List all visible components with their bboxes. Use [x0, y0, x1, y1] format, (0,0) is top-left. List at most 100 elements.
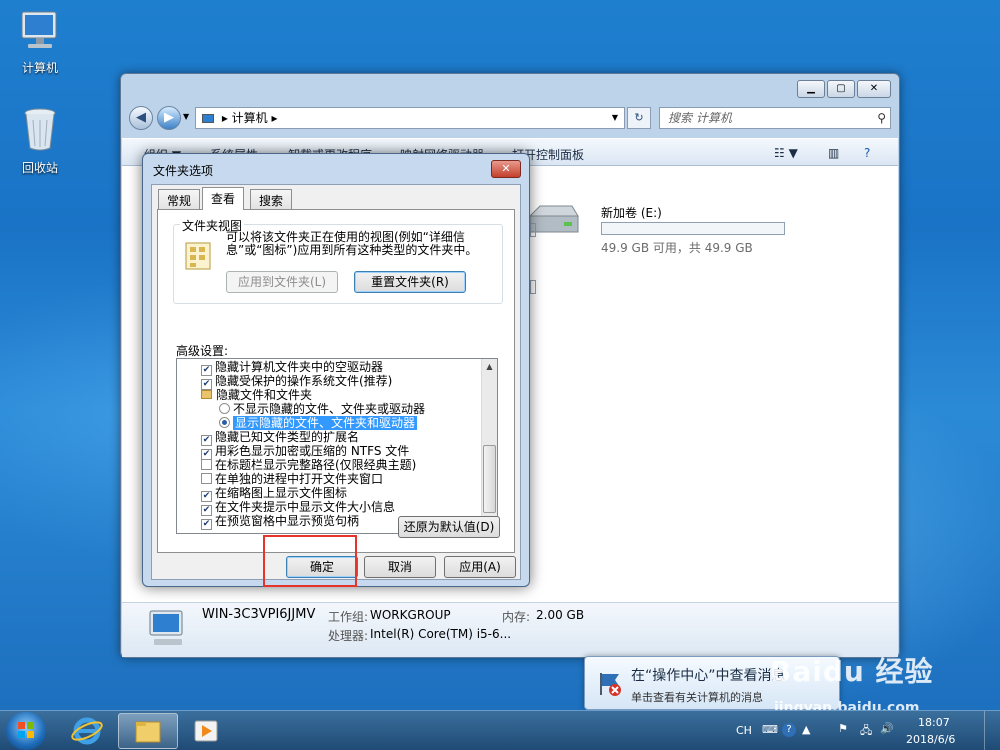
setting-label: 用彩色显示加密或压缩的 NTFS 文件: [215, 444, 410, 458]
setting-item[interactable]: ✔ 用彩色显示加密或压缩的 NTFS 文件: [201, 444, 410, 460]
setting-label: 在预览窗格中显示预览句柄: [215, 514, 360, 528]
preview-pane-icon[interactable]: ▥: [828, 146, 839, 160]
taskbar-internet-explorer[interactable]: [60, 713, 114, 749]
notification-body: 单击查看有关计算机的消息: [631, 691, 763, 704]
drive-name[interactable]: 新加卷 (E:): [601, 204, 662, 221]
restore-defaults-button[interactable]: 还原为默认值(D): [398, 516, 500, 538]
window-controls: ▁ ▢ ✕: [797, 80, 891, 98]
setting-item[interactable]: ✔ 隐藏计算机文件夹中的空驱动器: [201, 360, 384, 376]
radio-unselected[interactable]: [219, 403, 230, 414]
breadcrumb-computer[interactable]: 计算机: [232, 111, 268, 125]
setting-item-selected[interactable]: 显示隐藏的文件、文件夹和驱动器: [219, 416, 418, 430]
checkbox-unchecked[interactable]: [201, 473, 212, 484]
setting-label: 隐藏受保护的操作系统文件(推荐): [215, 374, 393, 388]
action-center-icon[interactable]: ⚑: [838, 722, 848, 735]
drive-space: 49.9 GB 可用，共 49.9 GB: [601, 241, 753, 255]
setting-item[interactable]: 不显示隐藏的文件、文件夹或驱动器: [219, 402, 425, 416]
tab-general[interactable]: 常规: [158, 189, 201, 209]
checkbox-unchecked[interactable]: [201, 459, 212, 470]
setting-label: 在单独的进程中打开文件夹窗口: [215, 472, 384, 486]
setting-label: 隐藏文件和文件夹: [216, 388, 313, 402]
folder-options-dialog: 文件夹选项 ✕ 常规 查看 搜索 文件夹视图 可以将该文件夹正在使用的视图(例如…: [142, 153, 530, 587]
volume-icon[interactable]: 🔊: [880, 722, 894, 735]
address-bar[interactable]: ▸ 计算机 ▸ ▼: [195, 107, 625, 129]
settings-scrollbar[interactable]: ▲ ▼: [481, 359, 497, 533]
clock-time[interactable]: 18:07: [918, 716, 950, 729]
search-icon: ⚲: [877, 111, 886, 125]
close-button[interactable]: ✕: [857, 80, 891, 98]
desktop-computer-label: 计算机: [21, 61, 58, 75]
setting-item[interactable]: ✔ 隐藏受保护的操作系统文件(推荐): [201, 374, 393, 390]
breadcrumb-separator: ▸: [221, 111, 232, 125]
setting-item[interactable]: ✔ 在文件夹提示中显示文件大小信息: [201, 500, 396, 516]
setting-item[interactable]: ✔ 隐藏已知文件类型的扩展名: [201, 430, 360, 446]
taskbar-explorer[interactable]: [118, 713, 178, 749]
reset-folders-button[interactable]: 重置文件夹(R): [354, 271, 466, 293]
setting-item[interactable]: ✔ 在预览窗格中显示预览句柄: [201, 514, 360, 530]
search-placeholder: 搜索 计算机: [668, 111, 732, 125]
setting-item[interactable]: ✔ 在缩略图上显示文件图标: [201, 486, 347, 502]
tab-search[interactable]: 搜索: [250, 189, 293, 209]
dialog-title: 文件夹选项: [153, 164, 214, 178]
back-button[interactable]: ◀: [129, 106, 153, 130]
folder-views-description: 可以将该文件夹正在使用的视图(例如“详细信息”或“图标”)应用到所有这种类型的文…: [226, 230, 478, 257]
folder-views-group: 文件夹视图 可以将该文件夹正在使用的视图(例如“详细信息”或“图标”)应用到所有…: [173, 217, 503, 304]
view-options-icon[interactable]: ☷ ▼: [774, 146, 798, 160]
help-icon[interactable]: ?: [864, 146, 870, 160]
cpu-label: 处理器:: [328, 629, 369, 643]
start-button[interactable]: [6, 712, 46, 750]
setting-label: 隐藏已知文件类型的扩展名: [215, 430, 360, 444]
workgroup-value: WORKGROUP: [370, 608, 451, 622]
workgroup-label: 工作组:: [328, 610, 369, 624]
minimize-button[interactable]: ▁: [797, 80, 825, 98]
clock-date[interactable]: 2018/6/6: [906, 733, 955, 746]
memory-label: 内存:: [502, 610, 531, 624]
radio-selected[interactable]: [219, 417, 230, 428]
internet-explorer-icon: [71, 717, 103, 745]
scroll-thumb[interactable]: [483, 445, 496, 513]
windows-logo-icon: [18, 722, 34, 738]
forward-button[interactable]: ▶: [157, 106, 181, 130]
network-icon[interactable]: 🖧: [860, 722, 872, 741]
maximize-button[interactable]: ▢: [827, 80, 855, 98]
drive-bar-fragment: [530, 280, 536, 294]
checkbox-checked[interactable]: ✔: [201, 519, 212, 530]
refresh-button[interactable]: ↻: [627, 107, 651, 129]
desktop-recycle-label: 回收站: [21, 161, 58, 175]
baidu-watermark: Baidu 经验 jingyan.baidu.com: [770, 650, 934, 716]
setting-label: 在标题栏显示完整路径(仅限经典主题): [215, 458, 417, 472]
drive-bar-fragment: [530, 223, 536, 237]
show-desktop-button[interactable]: [984, 711, 998, 750]
details-pane: WIN-3C3VPI6JJMV 工作组: WORKGROUP 内存: 2.00 …: [122, 602, 898, 657]
dialog-body: 常规 查看 搜索 文件夹视图 可以将该文件夹正在使用的视图(例如“详细信息”或“…: [151, 184, 521, 580]
search-input[interactable]: 搜索 计算机 ⚲: [659, 107, 891, 129]
taskbar-media-player[interactable]: [180, 713, 234, 749]
action-center-flag-icon: [595, 669, 623, 700]
system-tray: CH ⌨ ? ▲ ⚑ 🖧 🔊 18:07 2018/6/6: [730, 711, 1000, 750]
advanced-settings-label: 高级设置:: [176, 344, 229, 358]
language-indicator[interactable]: CH: [736, 724, 752, 737]
setting-item[interactable]: 在标题栏显示完整路径(仅限经典主题): [201, 458, 416, 472]
scroll-up-icon[interactable]: ▲: [482, 359, 497, 375]
breadcrumb-separator: ▸: [271, 111, 278, 125]
tray-expand-icon[interactable]: ▲: [802, 723, 810, 736]
setting-label: 隐藏计算机文件夹中的空驱动器: [215, 360, 384, 374]
address-dropdown-icon[interactable]: ▼: [612, 108, 618, 128]
apply-button[interactable]: 应用(A): [444, 556, 516, 578]
recycle-bin-icon: [2, 106, 78, 155]
dialog-close-button[interactable]: ✕: [491, 160, 521, 178]
keyboard-icon[interactable]: ⌨: [762, 723, 778, 736]
cancel-button[interactable]: 取消: [364, 556, 436, 578]
ok-highlight-annotation: [263, 535, 357, 587]
history-dropdown-icon[interactable]: ▼: [183, 112, 189, 121]
computer-small-icon: [202, 114, 214, 123]
help-icon[interactable]: ?: [782, 723, 796, 737]
setting-item[interactable]: 在单独的进程中打开文件夹窗口: [201, 472, 383, 486]
desktop-recycle-bin[interactable]: 回收站: [2, 106, 78, 176]
apply-to-folders-button[interactable]: 应用到文件夹(L): [226, 271, 338, 293]
desktop-computer-icon[interactable]: 计算机: [2, 8, 78, 76]
folder-icon: [201, 390, 212, 399]
tab-view[interactable]: 查看: [202, 187, 245, 210]
taskbar: CH ⌨ ? ▲ ⚑ 🖧 🔊 18:07 2018/6/6: [0, 710, 1000, 750]
setting-label: 在文件夹提示中显示文件大小信息: [215, 500, 396, 514]
